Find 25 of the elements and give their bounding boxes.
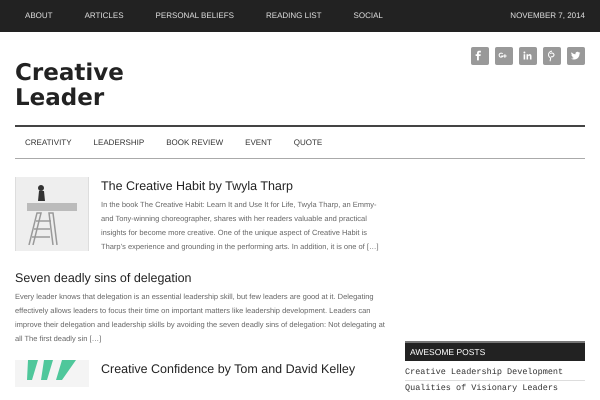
- post-title[interactable]: Creative Confidence by Tom and David Kelley: [101, 361, 388, 377]
- social-button[interactable]: [567, 47, 585, 65]
- category-link[interactable]: EVENT: [245, 136, 272, 148]
- social-button[interactable]: [543, 47, 561, 65]
- nav-link[interactable]: PERSONAL BELIEFS: [156, 10, 234, 22]
- nav-link[interactable]: ABOUT: [25, 10, 53, 22]
- site-title: Creative Leader: [15, 61, 125, 111]
- social-button[interactable]: [471, 47, 489, 65]
- brush-strokes-drawing: [26, 360, 78, 380]
- sidebar-link[interactable]: Qualities of Visionary Leaders: [405, 382, 585, 396]
- date-text: NOVEMBER 7, 2014: [510, 10, 585, 22]
- nav-link[interactable]: READING LIST: [266, 10, 322, 22]
- category-link[interactable]: BOOK REVIEW: [166, 136, 224, 148]
- category-link[interactable]: LEADERSHIP: [94, 136, 144, 148]
- nav-link[interactable]: ARTICLES: [84, 10, 124, 22]
- social-button[interactable]: [519, 47, 537, 65]
- nav-link[interactable]: SOCIAL: [354, 10, 383, 22]
- category-link[interactable]: QUOTE: [294, 136, 322, 148]
- widget-heading: AWESOME POSTS: [405, 341, 585, 361]
- social-button[interactable]: [495, 47, 513, 65]
- sidebar-link[interactable]: Creative Leadership Development: [405, 366, 585, 381]
- post-title[interactable]: The Creative Habit by Twyla Tharp: [101, 178, 388, 194]
- dancer-on-ladder-drawing: [27, 183, 77, 245]
- post-title[interactable]: Seven deadly sins of delegation: [15, 270, 388, 286]
- category-link[interactable]: CREATIVITY: [25, 136, 72, 148]
